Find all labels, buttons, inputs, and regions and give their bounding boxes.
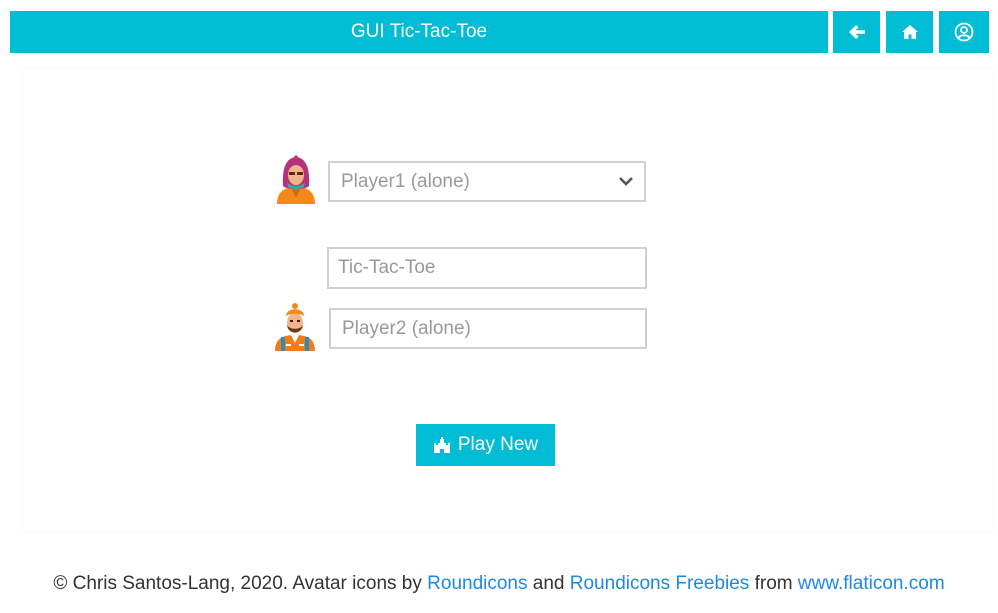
chevron-down-icon — [619, 177, 633, 186]
player1-select-value: Player1 (alone) — [341, 170, 470, 192]
account-button[interactable] — [939, 11, 989, 53]
player2-field[interactable]: Player2 (alone) — [329, 308, 647, 349]
footer: © Chris Santos-Lang, 2020. Avatar icons … — [0, 573, 998, 595]
back-button[interactable] — [833, 11, 880, 53]
user-circle-icon — [954, 22, 974, 42]
hooded-person-avatar — [277, 155, 315, 204]
arrow-left-icon — [848, 25, 865, 39]
title-bar: GUI Tic-Tac-Toe — [10, 11, 828, 53]
play-new-label: Play New — [457, 434, 539, 455]
page-title: GUI Tic-Tac-Toe — [350, 21, 488, 42]
home-icon — [901, 25, 918, 39]
flaticon-link[interactable]: www.flaticon.com — [798, 573, 945, 594]
player1-select[interactable]: Player1 (alone) — [328, 161, 646, 202]
roundicons-link[interactable]: Roundicons — [427, 573, 527, 594]
footer-and: and — [527, 573, 570, 594]
footer-from: from — [749, 573, 798, 594]
play-new-button[interactable]: Play New — [416, 424, 555, 466]
castle-icon — [433, 437, 450, 453]
roundicons-freebies-link[interactable]: Roundicons Freebies — [570, 573, 750, 594]
player2-field-value: Player2 (alone) — [342, 317, 471, 339]
game-field-value: Tic-Tac-Toe — [338, 257, 436, 278]
footer-copyright: © Chris Santos-Lang, 2020. Avatar icons … — [53, 573, 428, 594]
turban-person-avatar — [275, 303, 315, 351]
home-button[interactable] — [886, 11, 933, 53]
page: GUI Tic-Tac-Toe Player1 (alone) Tic-Tac-… — [0, 0, 998, 613]
game-field[interactable]: Tic-Tac-Toe — [327, 247, 647, 289]
player1-avatar — [274, 154, 318, 204]
player2-avatar — [272, 301, 318, 351]
